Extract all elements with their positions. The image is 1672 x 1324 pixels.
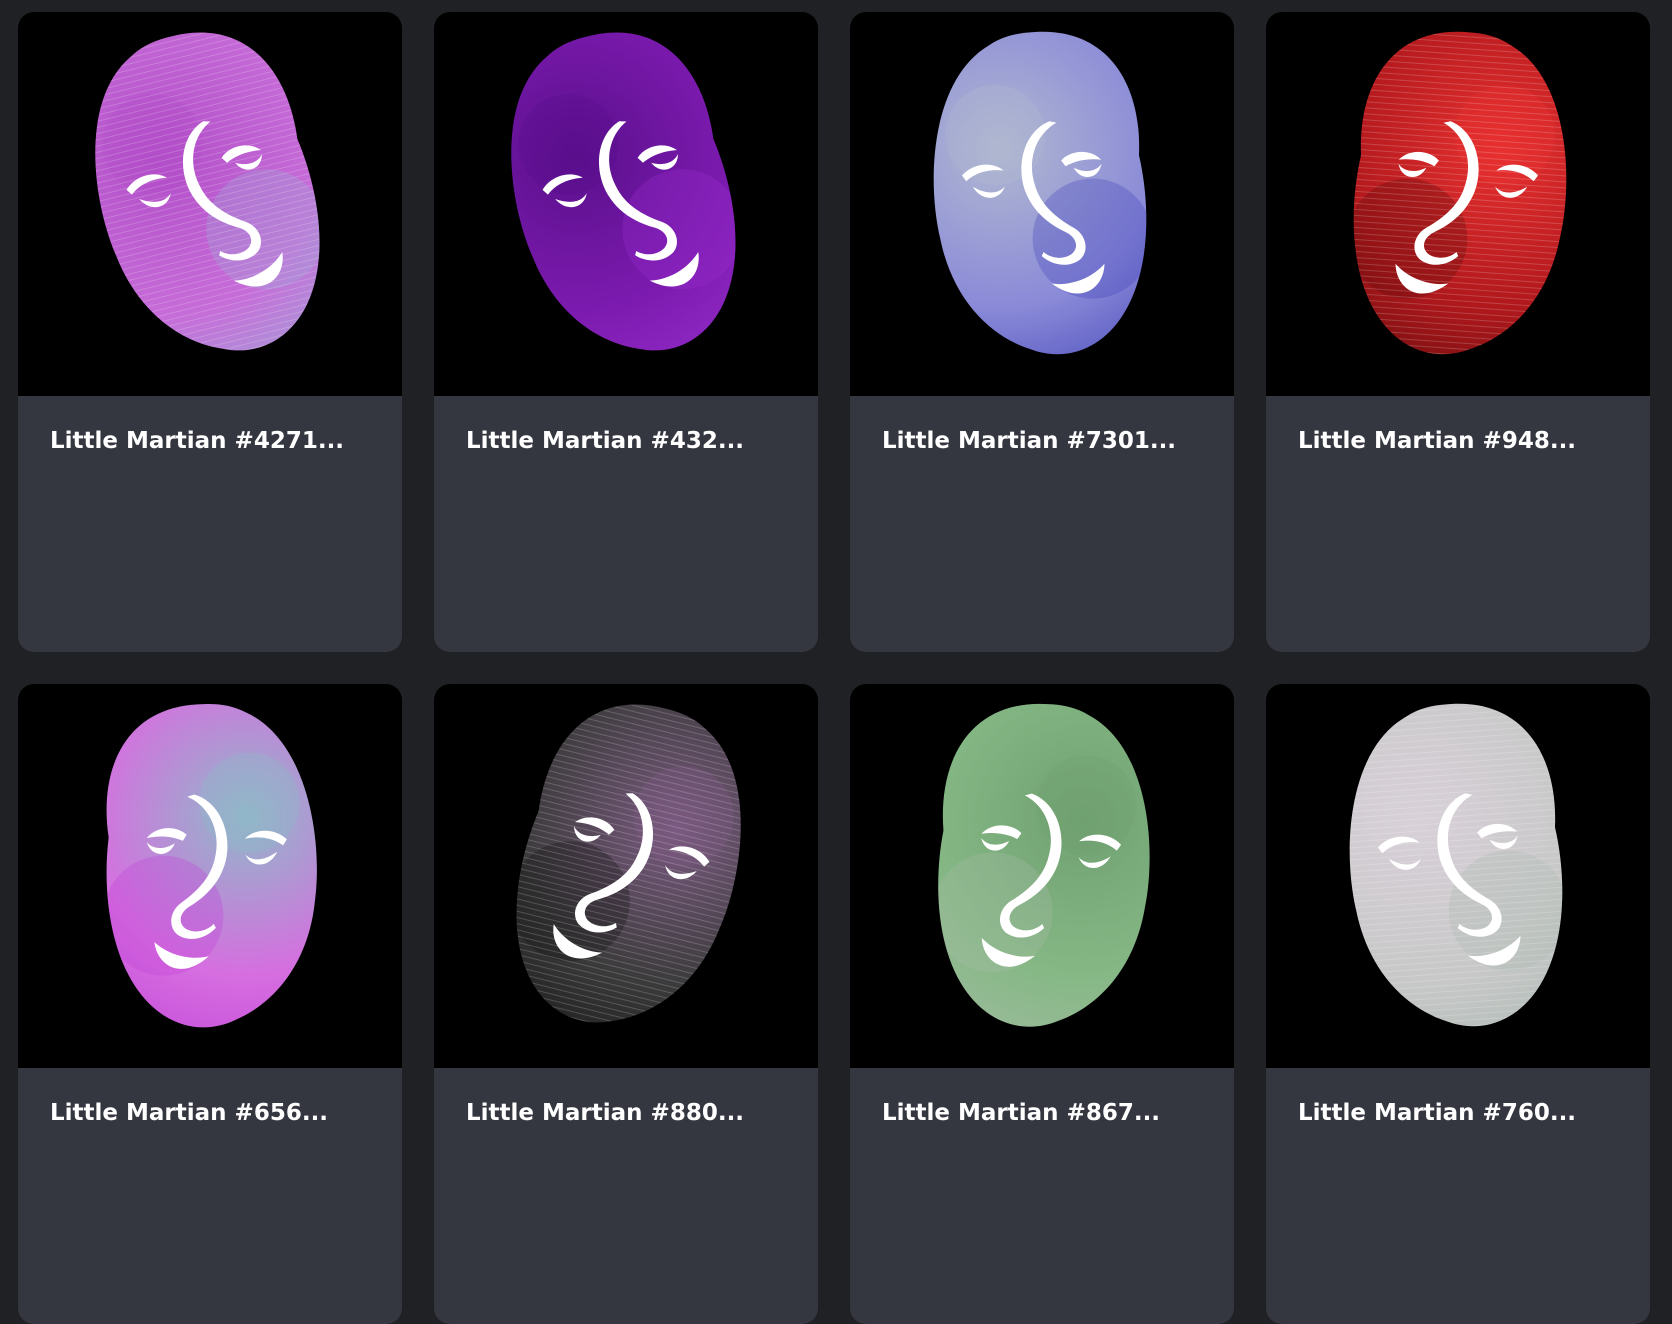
nft-card[interactable]: Little Martian #760... (1266, 684, 1650, 1324)
card-meta: Little Martian #880... (434, 1068, 818, 1128)
nft-title: Little Martian #656... (50, 1100, 329, 1126)
nft-card[interactable]: Little Martian #4271... (18, 12, 402, 652)
card-meta: Little Martian #948... (1266, 396, 1650, 456)
nft-grid: Little Martian #4271... Little Martian #… (18, 12, 1650, 1324)
card-meta: Little Martian #4271... (18, 396, 402, 456)
nft-title: Little Martian #948... (1298, 428, 1577, 454)
nft-card[interactable]: Little Martian #867... (850, 684, 1234, 1324)
nft-title: Little Martian #4271... (50, 428, 345, 454)
nft-image (850, 684, 1234, 1068)
nft-title: Little Martian #432... (466, 428, 745, 454)
nft-card[interactable]: Little Martian #432... (434, 12, 818, 652)
card-meta: Little Martian #867... (850, 1068, 1234, 1128)
martian-face-artwork (1344, 25, 1577, 363)
nft-image (434, 684, 818, 1068)
martian-face-artwork (488, 684, 772, 1049)
nft-image (18, 12, 402, 396)
nft-title: Little Martian #760... (1298, 1100, 1577, 1126)
nft-image (1266, 684, 1650, 1068)
nft-card[interactable]: Little Martian #656... (18, 684, 402, 1324)
card-meta: Little Martian #656... (18, 1068, 402, 1128)
martian-face-artwork (1339, 697, 1572, 1035)
nft-image (434, 12, 818, 396)
nft-title: Little Martian #7301... (882, 428, 1177, 454)
nft-image (1266, 12, 1650, 396)
card-meta: Little Martian #760... (1266, 1068, 1650, 1128)
nft-image (850, 12, 1234, 396)
martian-face-artwork (923, 25, 1156, 363)
martian-face-artwork (64, 12, 348, 377)
card-meta: Little Martian #432... (434, 396, 818, 456)
nft-title: Little Martian #867... (882, 1100, 1161, 1126)
nft-title: Little Martian #880... (466, 1100, 745, 1126)
nft-card[interactable]: Little Martian #948... (1266, 12, 1650, 652)
nft-card[interactable]: Little Martian #880... (434, 684, 818, 1324)
martian-face-artwork (480, 12, 764, 377)
card-meta: Little Martian #7301... (850, 396, 1234, 456)
nft-card[interactable]: Little Martian #7301... (850, 12, 1234, 652)
martian-face-artwork (933, 700, 1156, 1031)
martian-face-artwork (100, 700, 323, 1031)
nft-image (18, 684, 402, 1068)
